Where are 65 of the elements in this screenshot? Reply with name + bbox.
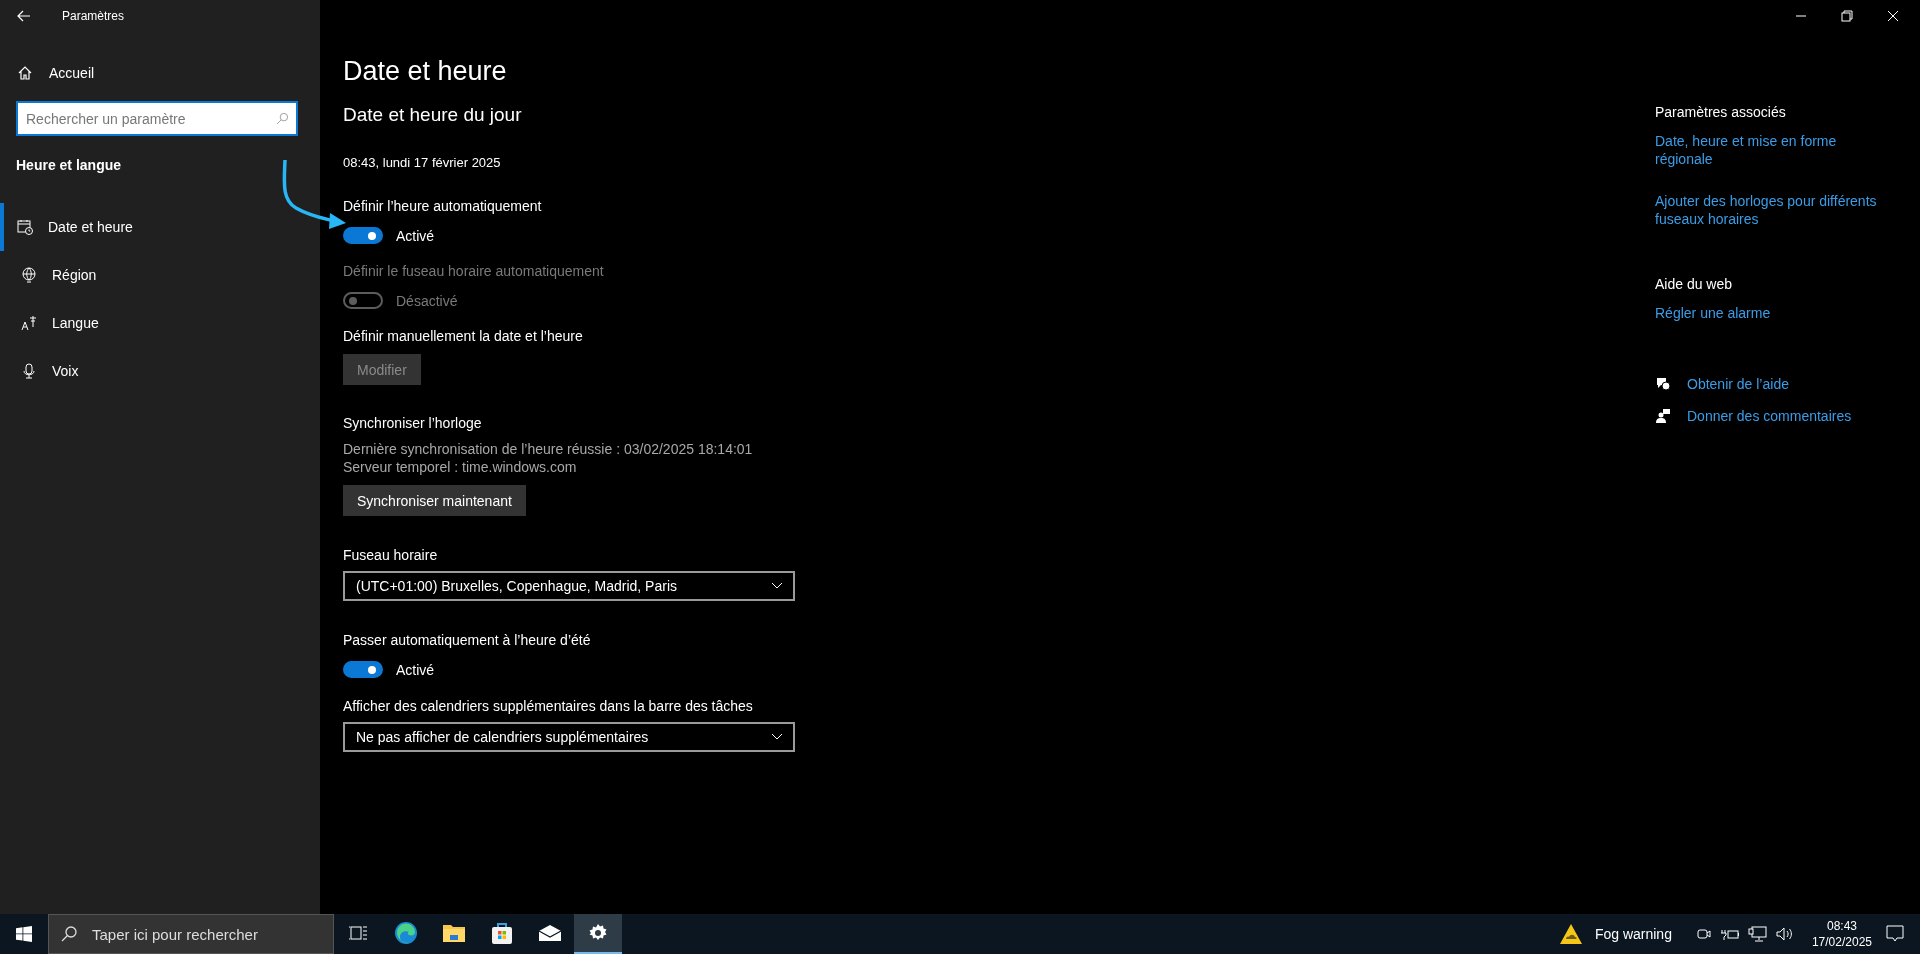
camera-icon[interactable] — [1695, 926, 1712, 942]
chevron-down-icon — [771, 582, 783, 590]
speaker-icon[interactable] — [1775, 926, 1794, 942]
sidebar-item[interactable]: Région — [0, 251, 320, 299]
sync-now-button[interactable]: Synchroniser maintenant — [343, 485, 526, 516]
section-title: Date et heure du jour — [343, 104, 523, 126]
search-icon — [61, 926, 77, 942]
help-link[interactable]: Donner des commentaires — [1687, 407, 1852, 425]
sidebar-item[interactable]: Voix — [0, 347, 320, 395]
setting-label: Synchroniser l’horloge — [343, 415, 483, 431]
dropdown[interactable]: (UTC+01:00) Bruxelles, Copenhague, Madrid, Paris — [343, 571, 795, 601]
chat-question-icon — [1655, 376, 1671, 392]
sync-info-text: Serveur temporel : time.windows.com — [343, 459, 578, 475]
web-help-link[interactable]: Régler une alarme — [1655, 304, 1880, 322]
page-title: Date et heure — [343, 56, 508, 87]
search-field[interactable]: Rechercher un paramètre — [16, 101, 298, 136]
language-icon — [21, 315, 37, 331]
taskbar-clock[interactable]: 08:43 17/02/2025 — [1811, 918, 1872, 950]
related-link[interactable]: Ajouter des horloges pour différents fuseaux horaires — [1655, 192, 1880, 228]
setting-label: Fuseau horaire — [343, 547, 439, 563]
chevron-down-icon — [771, 733, 783, 741]
dropdown[interactable]: Ne pas afficher de calendriers supplémentaires — [343, 722, 795, 752]
globe-icon — [21, 267, 37, 283]
setting-label: Définir le fuseau horaire automatiquement — [343, 263, 605, 279]
sidebar-item[interactable]: Langue — [0, 299, 320, 347]
search-icon — [276, 112, 289, 125]
close-icon[interactable] — [1887, 10, 1899, 22]
task-view-icon — [349, 925, 367, 941]
microphone-icon — [21, 363, 37, 379]
toggle-switch[interactable] — [343, 661, 383, 678]
notification-icon[interactable] — [1886, 925, 1904, 943]
web-help-heading: Aide du web — [1655, 276, 1733, 292]
toggle-state-text: Activé — [396, 227, 435, 244]
home-icon — [17, 65, 33, 81]
edge-browser-icon — [394, 921, 418, 945]
related-heading: Paramètres associés — [1655, 104, 1786, 120]
taskbar-app-button[interactable] — [574, 914, 622, 954]
sync-info-text: Dernière synchronisation de l’heure réussie : 03/02/2025 18:14:01 — [343, 441, 754, 457]
window-title: Paramètres — [62, 9, 125, 23]
network-monitor-icon[interactable] — [1747, 926, 1768, 942]
setting-label: Définir l’heure automatiquement — [343, 198, 543, 214]
toggle-state-text: Désactivé — [396, 292, 458, 309]
store-bag-icon — [491, 921, 513, 945]
toggle-state-text: Activé — [396, 661, 435, 678]
related-link[interactable]: Date, heure et mise en forme régionale — [1655, 132, 1880, 168]
sidebar-item[interactable]: Date et heure — [0, 203, 320, 251]
weather-widget[interactable]: Fog warning — [1558, 923, 1672, 945]
current-date-time: 08:43, lundi 17 février 2025 — [343, 155, 502, 170]
home-nav-item[interactable]: Accueil — [17, 61, 320, 85]
modify-button: Modifier — [343, 354, 421, 385]
help-link[interactable]: Obtenir de l’aide — [1687, 375, 1789, 393]
person-feedback-icon — [1655, 408, 1671, 424]
back-arrow-icon[interactable] — [17, 10, 31, 22]
toggle-switch[interactable] — [343, 227, 383, 244]
setting-label: Définir manuellement la date et l’heure — [343, 328, 584, 344]
setting-label: Passer automatiquement à l’heure d’été — [343, 632, 592, 648]
envelope-icon — [538, 924, 562, 942]
taskbar-search-field[interactable]: Taper ici pour rechercher — [48, 914, 334, 954]
restore-icon[interactable] — [1841, 10, 1853, 22]
warning-cloud-icon — [1558, 923, 1583, 945]
section-heading: Heure et langue — [16, 157, 123, 173]
setting-label: Afficher des calendriers supplémentaires dans la barre des tâches — [343, 698, 754, 714]
calendar-clock-icon — [17, 219, 33, 235]
windows-logo-icon — [16, 926, 32, 942]
folder-icon — [442, 923, 466, 943]
